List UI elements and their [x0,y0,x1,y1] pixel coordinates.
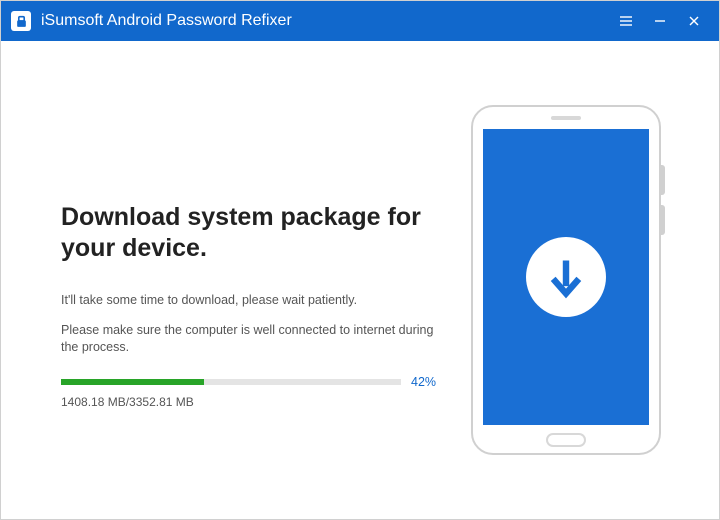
phone-speaker [551,116,581,120]
phone-illustration [471,105,661,455]
app-title: iSumsoft Android Password Refixer [41,12,609,30]
progress-track [61,379,401,385]
menu-button[interactable] [609,1,643,41]
connection-text: Please make sure the computer is well co… [61,322,441,357]
progress-percent: 42% [411,375,441,389]
wait-text: It'll take some time to download, please… [61,292,441,310]
phone-side-button [661,165,665,195]
download-panel: Download system package for your device.… [61,152,461,409]
page-heading: Download system package for your device. [61,202,441,265]
app-logo-icon [11,11,31,31]
download-arrow-icon [526,237,606,317]
phone-screen [483,129,649,425]
app-window: iSumsoft Android Password Refixer Downlo… [0,0,720,520]
titlebar: iSumsoft Android Password Refixer [1,1,719,41]
phone-home-button [546,433,586,447]
phone-side-button [661,205,665,235]
illustration-panel [461,105,671,455]
progress-fill [61,379,204,385]
close-button[interactable] [677,1,711,41]
main-content: Download system package for your device.… [1,41,719,519]
progress-size-label: 1408.18 MB/3352.81 MB [61,395,441,409]
minimize-button[interactable] [643,1,677,41]
progress-bar: 42% [61,375,441,389]
